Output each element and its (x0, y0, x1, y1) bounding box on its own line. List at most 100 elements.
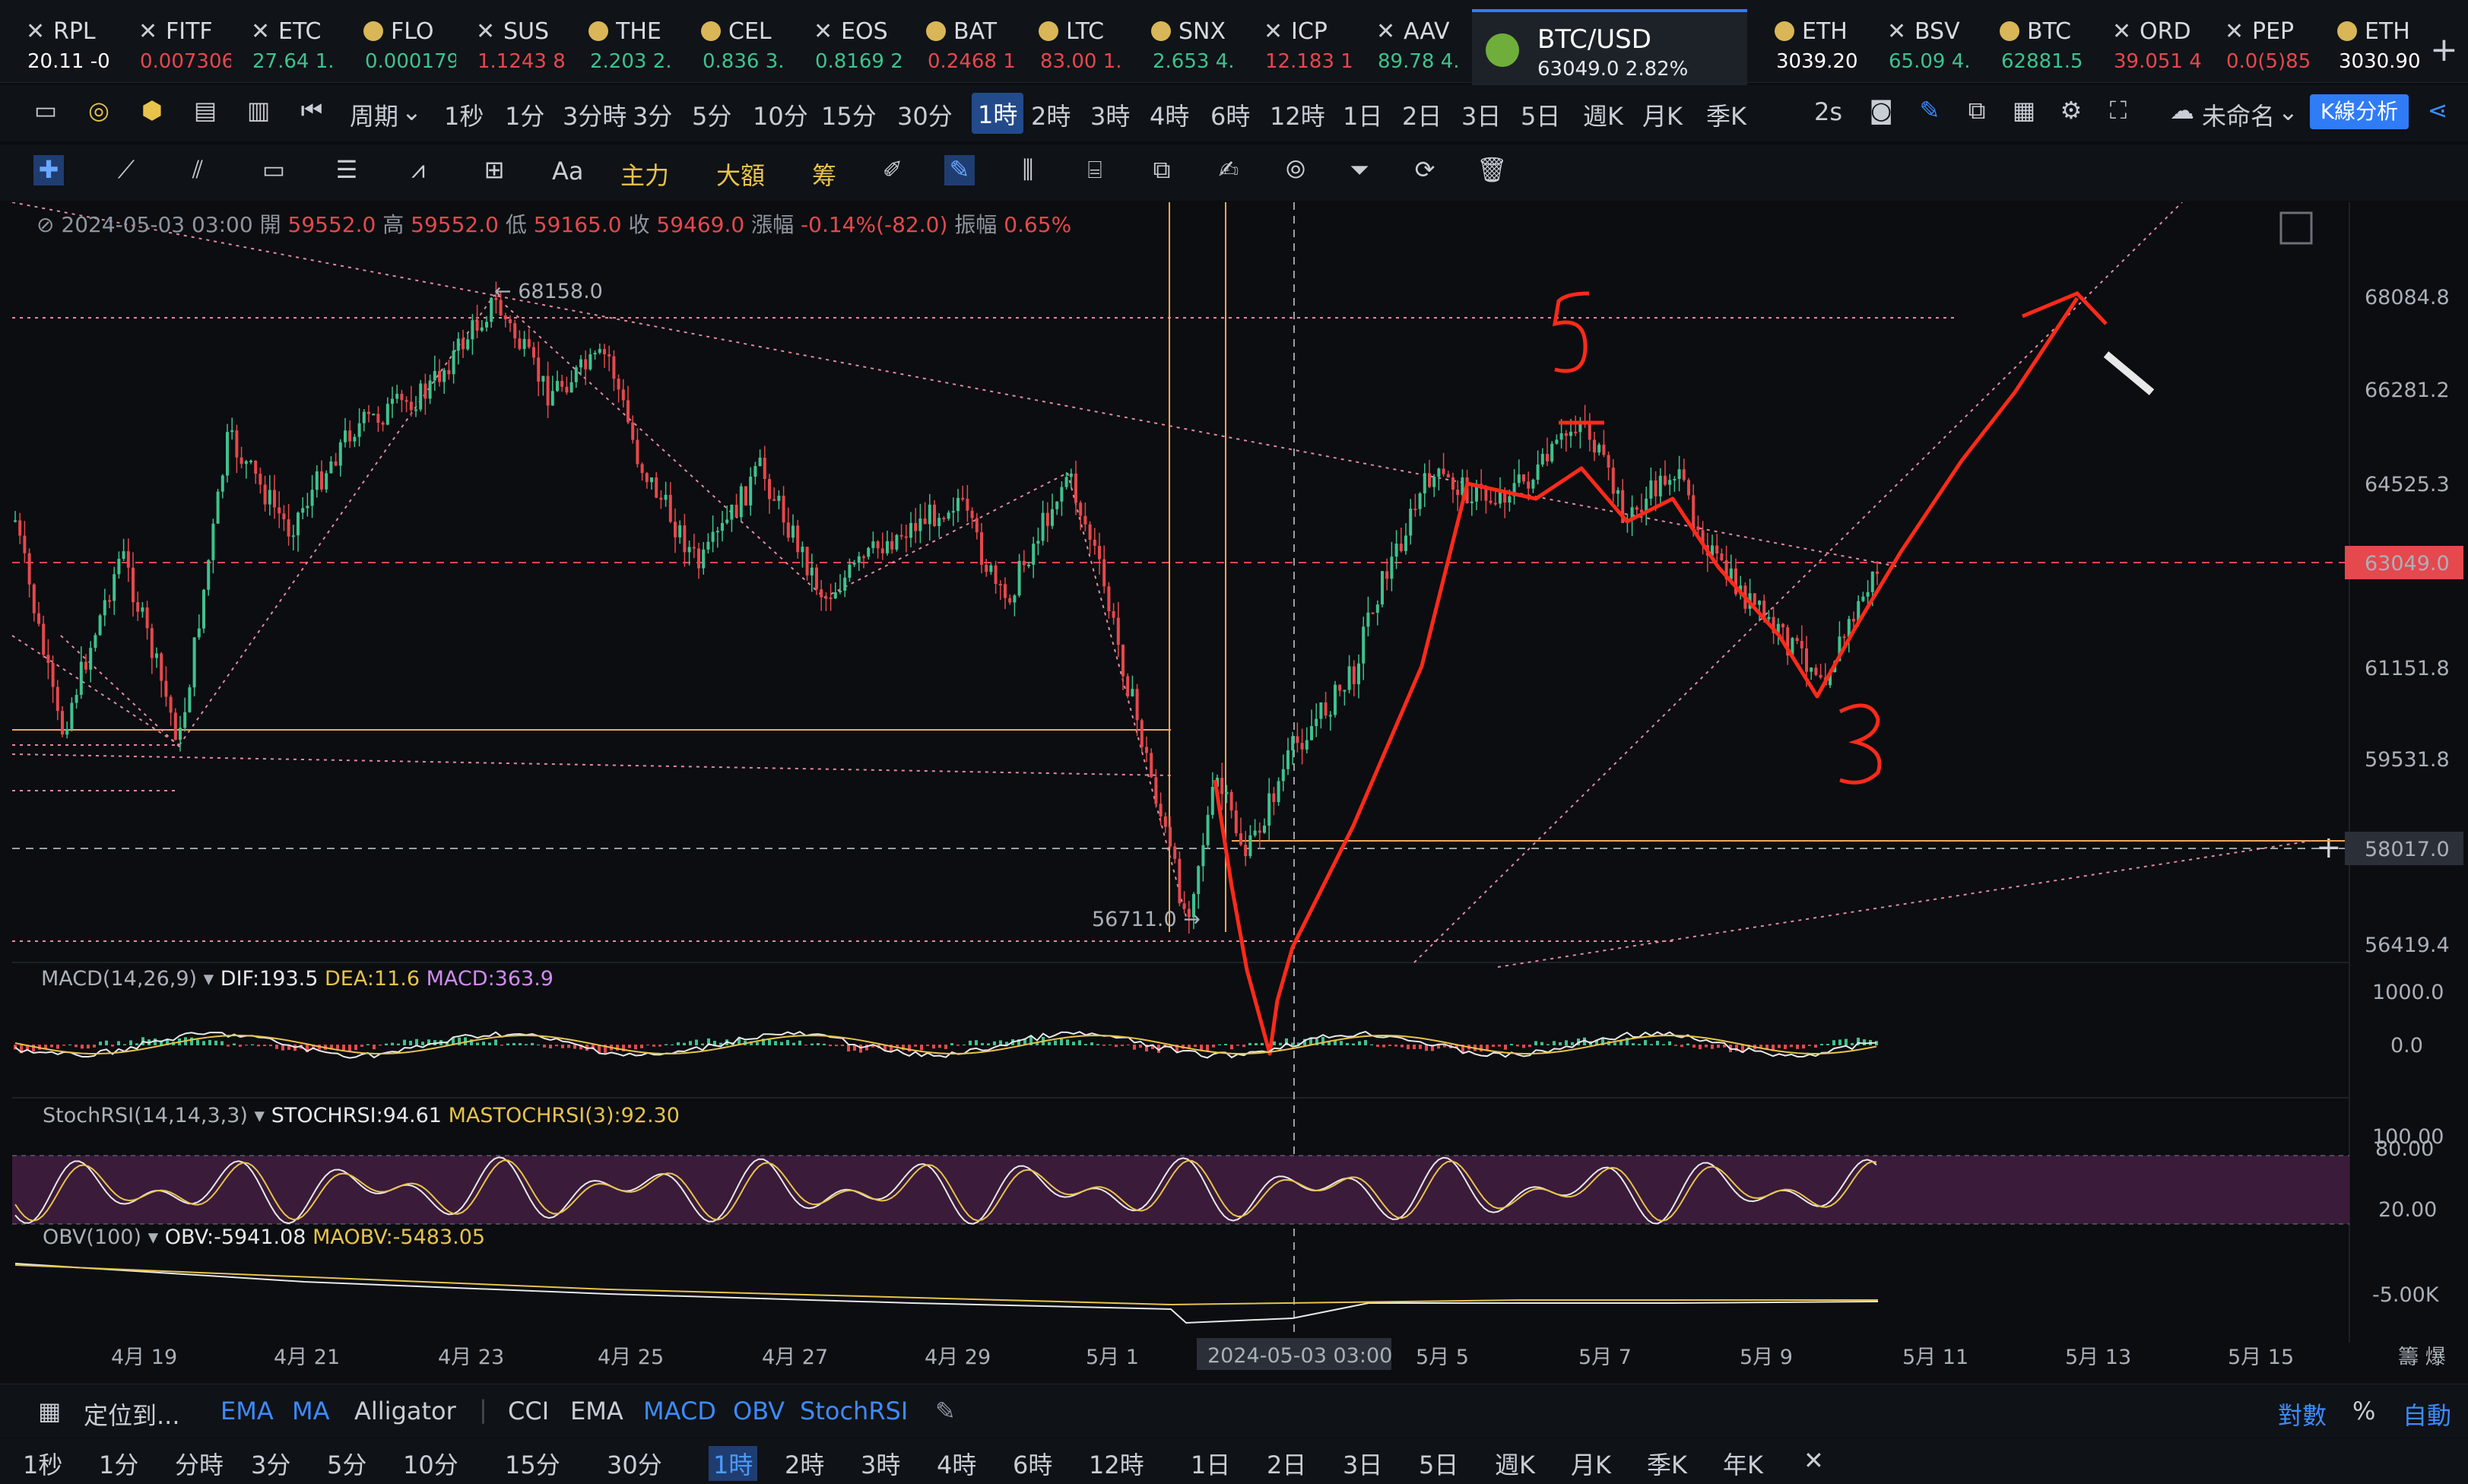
timeframe-5[interactable]: 10分 (753, 97, 808, 132)
edit-icon[interactable]: ✍ (1213, 155, 1244, 186)
layout-icon[interactable]: ▥ (243, 96, 274, 126)
bottom-timeframe-14[interactable]: 1日 (1191, 1446, 1230, 1481)
indicator-toggle-obv[interactable]: OBV (733, 1397, 785, 1425)
ticker-tab-sus[interactable]: ✕ SUS 1.1243 8 (450, 0, 569, 82)
bottom-timeframe-13[interactable]: 12時 (1089, 1446, 1144, 1481)
trendline-icon[interactable]: ⟋ (111, 155, 141, 186)
bottom-timeframe-2[interactable]: 分時 (175, 1446, 224, 1481)
ticker-tab-rpl[interactable]: ✕ RPL 20.11 -0 (0, 0, 119, 82)
indicator-toggle-ema[interactable]: EMA (220, 1397, 274, 1425)
save-icon[interactable]: ▦ (2009, 96, 2039, 126)
calendar-icon[interactable]: ▤ (190, 96, 220, 126)
magnet-icon[interactable]: ⦾ (1280, 155, 1311, 186)
chips-tool[interactable]: 筹 (812, 157, 836, 192)
bottom-timeframe-7[interactable]: 30分 (607, 1446, 662, 1481)
close-icon[interactable]: ✕ (1803, 1446, 1824, 1475)
bottom-timeframe-11[interactable]: 4時 (937, 1446, 976, 1481)
timeframe-1[interactable]: 1分 (505, 97, 544, 132)
copy-icon[interactable]: ⧉ (1962, 96, 1992, 126)
layout-name-dropdown[interactable]: 未命名 (2202, 97, 2275, 132)
timeframe-6[interactable]: 15分 (821, 97, 877, 132)
indicator-toggle-ma[interactable]: MA (292, 1397, 330, 1425)
camera-icon[interactable]: ◙ (1866, 96, 1896, 126)
fib-icon[interactable]: ☰ (331, 155, 362, 186)
sync-icon[interactable]: ⟳ (1410, 155, 1440, 186)
price-chart[interactable]: 68084.8 66281.2 64525.3 61151.8 59531.8 56419… (0, 202, 2468, 1370)
bottom-timeframe-1[interactable]: 1分 (99, 1446, 138, 1481)
rectangle-icon[interactable]: ▭ (259, 155, 289, 186)
bottom-timeframe-18[interactable]: 週K (1495, 1446, 1535, 1481)
measure-icon[interactable]: ⊞ (479, 155, 509, 186)
timeframe-14[interactable]: 1日 (1343, 97, 1382, 132)
period-dropdown[interactable]: 周期 (350, 97, 398, 132)
chart-canvas[interactable]: 68084.8 66281.2 64525.3 61151.8 59531.8 56419… (0, 202, 2468, 1370)
indicator-toggle-stochrsi[interactable]: StochRSI (800, 1397, 908, 1425)
calendar-icon[interactable]: ▦ (38, 1397, 61, 1425)
cloud-icon[interactable]: ☁ (2167, 96, 2197, 126)
bottom-timeframe-9[interactable]: 2時 (785, 1446, 824, 1481)
brush-icon[interactable]: ✎ (944, 155, 975, 186)
bottom-timeframe-19[interactable]: 月K (1571, 1446, 1611, 1481)
timeframe-0[interactable]: 1秒 (444, 97, 484, 132)
indicator-toggle-ema[interactable]: EMA (570, 1397, 623, 1425)
parallel-channel-icon[interactable]: ⫽ (182, 155, 213, 186)
ticker-tab-eth[interactable]: ETH 3030.90 (2311, 0, 2430, 82)
indicator-toggle-cci[interactable]: CCI (508, 1397, 549, 1425)
bottom-timeframe-17[interactable]: 5日 (1419, 1446, 1458, 1481)
ticker-tab-btc-usd-active[interactable]: BTC/USD 63049.0 2.82% (1472, 9, 1747, 85)
main-force-tool[interactable]: 主力 (620, 157, 669, 192)
pen-cursor-icon[interactable] (2103, 351, 2155, 395)
locate-button[interactable]: 定位到... (84, 1397, 180, 1432)
chevron-down-icon[interactable]: ▾ (148, 1226, 165, 1249)
bottom-timeframe-16[interactable]: 3日 (1343, 1446, 1382, 1481)
big-amount-tool[interactable]: 大額 (716, 157, 765, 192)
percent-scale-toggle[interactable]: % (2352, 1397, 2375, 1425)
ticker-tab-flo[interactable]: FLO 0.000179 (338, 0, 456, 82)
timeframe-13[interactable]: 12時 (1270, 97, 1325, 132)
crosshair-icon[interactable]: ✚ (33, 155, 64, 186)
bottom-timeframe-10[interactable]: 3時 (861, 1446, 900, 1481)
alert-icon[interactable]: ⬢ (137, 96, 167, 126)
ticker-tab-cel[interactable]: CEL 0.836 3. (675, 0, 794, 82)
ticker-tab-bat[interactable]: BAT 0.2468 1 (900, 0, 1019, 82)
obv-legend[interactable]: OBV(100) ▾ OBV:-5941.08 MAOBV:-5483.05 (43, 1226, 485, 1249)
bottom-timeframe-4[interactable]: 5分 (327, 1446, 366, 1481)
trash-icon[interactable]: 🗑 (1477, 155, 1508, 186)
ticker-tab-snx[interactable]: SNX 2.653 4. (1125, 0, 1244, 82)
bottom-timeframe-12[interactable]: 6時 (1013, 1446, 1052, 1481)
ticker-tab-ltc[interactable]: LTC 83.00 1. (1013, 0, 1131, 82)
crosshair-plus-icon[interactable]: + (2316, 830, 2342, 865)
edit-icon[interactable]: ✎ (935, 1397, 956, 1425)
timeframe-9[interactable]: 2時 (1031, 97, 1071, 132)
timeframe-11[interactable]: 4時 (1150, 97, 1189, 132)
gear-icon[interactable]: ⚙ (2056, 96, 2086, 126)
timeframe-8[interactable]: 1時 (972, 93, 1024, 134)
ticker-tab-the[interactable]: THE 2.203 2. (563, 0, 681, 82)
timeframe-19[interactable]: 月K (1642, 97, 1683, 132)
bottom-timeframe-5[interactable]: 10分 (403, 1446, 458, 1481)
timeframe-17[interactable]: 5日 (1521, 97, 1560, 132)
timeframe-2[interactable]: 3分時 (563, 97, 627, 132)
share-icon[interactable]: ⋖ (2422, 96, 2453, 126)
ticker-tab-pep[interactable]: ✕ PEP 0.0(5)85 (2199, 0, 2317, 82)
ticker-tab-ord[interactable]: ✕ ORD 39.051 4 (2086, 0, 2205, 82)
kline-analysis-button[interactable]: K線分析 (2310, 94, 2409, 129)
indicator-toggle-macd[interactable]: MACD (643, 1397, 716, 1425)
text-tool[interactable]: Aa (552, 157, 584, 186)
clone-icon[interactable]: ⧉ (1147, 155, 1177, 186)
bottom-timeframe-15[interactable]: 2日 (1267, 1446, 1306, 1481)
auto-scale-toggle[interactable]: 自動 (2403, 1397, 2451, 1432)
add-tab-button[interactable]: + (2430, 30, 2458, 69)
stochrsi-legend[interactable]: StochRSI(14,14,3,3) ▾ STOCHRSI:94.61 MAS… (43, 1104, 680, 1127)
bottom-timeframe-0[interactable]: 1秒 (23, 1446, 62, 1481)
bottom-timeframe-20[interactable]: 季K (1647, 1446, 1687, 1481)
ticker-tab-bsv[interactable]: ✕ BSV 65.09 4. (1861, 0, 1980, 82)
ticker-tab-eos[interactable]: ✕ EOS 0.8169 2 (788, 0, 906, 82)
filter-icon[interactable]: ⏷ (1344, 155, 1375, 186)
macd-legend[interactable]: MACD(14,26,9) ▾ DIF:193.5 DEA:11.6 MACD:… (41, 967, 554, 991)
refresh-interval[interactable]: 2s (1814, 97, 1842, 126)
chevron-down-icon[interactable]: ⌄ (2278, 97, 2298, 126)
chevron-down-icon[interactable]: ▾ (204, 967, 220, 991)
chevron-down-icon[interactable]: ▾ (255, 1104, 271, 1127)
bottom-timeframe-3[interactable]: 3分 (251, 1446, 290, 1481)
